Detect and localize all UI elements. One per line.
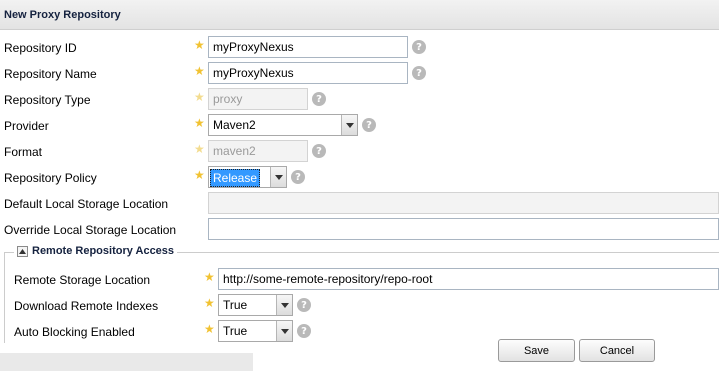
save-button[interactable]: Save (498, 339, 575, 362)
repository-policy-label: Repository Policy (4, 171, 97, 185)
collapse-toggle-icon[interactable] (17, 245, 28, 257)
repository-name-label: Repository Name (4, 67, 97, 81)
repository-policy-select[interactable]: Release (208, 166, 287, 188)
repository-id-input[interactable] (208, 36, 408, 58)
chevron-down-icon[interactable] (276, 295, 292, 315)
provider-selected-value: Maven2 (213, 118, 256, 132)
download-remote-indexes-selected-value: True (223, 298, 248, 312)
cancel-button[interactable]: Cancel (579, 339, 655, 362)
default-local-storage-label: Default Local Storage Location (4, 197, 169, 211)
required-star-icon: ★ (194, 38, 205, 52)
chevron-down-icon[interactable] (341, 115, 357, 135)
required-star-icon: ★ (194, 90, 205, 104)
chevron-down-icon[interactable] (276, 321, 292, 341)
required-star-icon: ★ (204, 296, 215, 310)
default-local-storage-input (208, 192, 719, 214)
auto-blocking-enabled-selected-value: True (223, 324, 248, 338)
help-icon[interactable]: ? (297, 324, 311, 338)
download-remote-indexes-select[interactable]: True (218, 294, 293, 316)
repository-type-input (208, 88, 308, 110)
repository-type-row: Repository Type ★ ? (0, 88, 719, 112)
help-icon[interactable]: ? (312, 144, 326, 158)
remote-access-legend-text: Remote Repository Access (32, 245, 175, 257)
repository-name-row: Repository Name ★ ? (0, 62, 719, 86)
repository-id-label: Repository ID (4, 41, 77, 55)
download-remote-indexes-row: Download Remote Indexes ★ True ? (0, 294, 719, 318)
required-star-icon: ★ (204, 322, 215, 336)
provider-row: Provider ★ Maven2 ? (0, 114, 719, 138)
format-input (208, 140, 308, 162)
provider-label: Provider (4, 119, 49, 133)
required-star-icon: ★ (194, 168, 205, 182)
help-icon[interactable]: ? (362, 118, 376, 132)
override-local-storage-row: Override Local Storage Location (0, 218, 719, 242)
format-row: Format ★ ? (0, 140, 719, 164)
remote-storage-location-row: Remote Storage Location ★ (0, 268, 719, 292)
remote-storage-location-input[interactable] (218, 268, 719, 290)
window-title: New Proxy Repository (4, 9, 121, 21)
auto-blocking-enabled-label: Auto Blocking Enabled (14, 325, 135, 339)
help-icon[interactable]: ? (412, 66, 426, 80)
required-star-icon: ★ (204, 270, 215, 284)
remote-storage-location-label: Remote Storage Location (14, 273, 151, 287)
repository-id-row: Repository ID ★ ? (0, 36, 719, 60)
horizontal-scrollbar[interactable] (0, 353, 253, 371)
format-label: Format (4, 145, 43, 159)
help-icon[interactable]: ? (291, 170, 305, 184)
override-local-storage-input[interactable] (208, 218, 719, 240)
default-local-storage-row: Default Local Storage Location (0, 192, 719, 216)
required-star-icon: ★ (194, 64, 205, 78)
repository-policy-row: Repository Policy ★ Release ? (0, 166, 719, 190)
repository-policy-selected-value: Release (210, 169, 261, 187)
remote-access-legend[interactable]: Remote Repository Access (14, 245, 178, 257)
repository-name-input[interactable] (208, 62, 408, 84)
help-icon[interactable]: ? (297, 298, 311, 312)
provider-select[interactable]: Maven2 (208, 114, 358, 136)
help-icon[interactable]: ? (312, 92, 326, 106)
repository-type-label: Repository Type (4, 93, 91, 107)
download-remote-indexes-label: Download Remote Indexes (14, 299, 159, 313)
required-star-icon: ★ (194, 142, 205, 156)
help-icon[interactable]: ? (412, 40, 426, 54)
required-star-icon: ★ (194, 116, 205, 130)
override-local-storage-label: Override Local Storage Location (4, 223, 177, 237)
auto-blocking-enabled-select[interactable]: True (218, 320, 293, 342)
proxy-repository-form: New Proxy Repository Repository ID ★ ? R… (0, 0, 719, 343)
chevron-down-icon[interactable] (270, 167, 286, 187)
window-header: New Proxy Repository (0, 0, 719, 30)
